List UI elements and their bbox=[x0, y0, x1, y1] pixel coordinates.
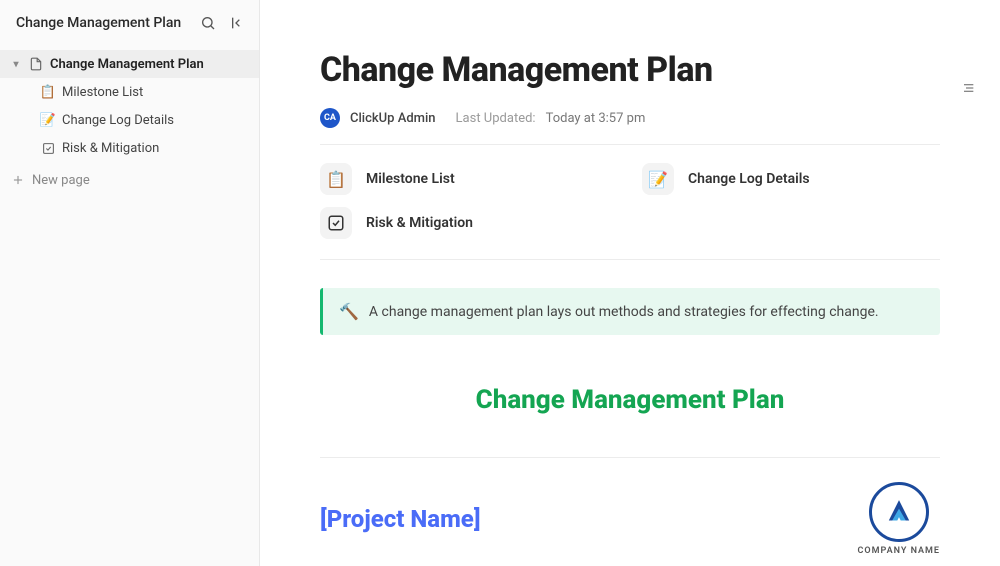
company-logo: COMPANY NAME bbox=[858, 482, 940, 556]
company-name-label: COMPANY NAME bbox=[858, 546, 940, 556]
new-page-label: New page bbox=[32, 173, 90, 188]
main-content: Change Management Plan CA ClickUp Admin … bbox=[260, 0, 1000, 566]
collapse-sidebar-icon[interactable] bbox=[229, 14, 247, 32]
tree-item-risk[interactable]: Risk & Mitigation bbox=[0, 134, 259, 162]
main-inner: Change Management Plan CA ClickUp Admin … bbox=[320, 50, 940, 566]
sidebar-header-icons bbox=[199, 14, 247, 32]
logo-mark bbox=[869, 482, 929, 542]
plus-icon bbox=[10, 172, 26, 188]
tree-item-label: Change Management Plan bbox=[50, 57, 204, 72]
tree-item-label: Milestone List bbox=[62, 85, 143, 100]
search-icon[interactable] bbox=[199, 14, 217, 32]
tree-item-root[interactable]: ▾ Change Management Plan bbox=[0, 50, 259, 78]
toc-toggle-icon[interactable] bbox=[958, 78, 978, 98]
link-label: Change Log Details bbox=[688, 171, 810, 187]
page-meta: CA ClickUp Admin Last Updated: Today at … bbox=[320, 108, 940, 145]
sidebar-tree: ▾ Change Management Plan 📋 Milestone Lis… bbox=[0, 46, 259, 198]
chevron-down-icon: ▾ bbox=[10, 59, 22, 70]
clipboard-icon: 📋 bbox=[320, 163, 352, 195]
callout-box: 🔨 A change management plan lays out meth… bbox=[320, 288, 940, 335]
document-heading: Change Management Plan bbox=[320, 385, 940, 415]
page-title: Change Management Plan bbox=[320, 50, 940, 90]
tree-item-milestone[interactable]: 📋 Milestone List bbox=[0, 78, 259, 106]
updated-label: Last Updated: bbox=[456, 111, 536, 126]
tree-item-label: Change Log Details bbox=[62, 113, 174, 128]
avatar[interactable]: CA bbox=[320, 108, 340, 128]
project-row: [Project Name] COMPANY NAME bbox=[320, 458, 940, 566]
author-name[interactable]: ClickUp Admin bbox=[350, 111, 436, 126]
clipboard-icon: 📋 bbox=[40, 84, 56, 100]
updated-value: Today at 3:57 pm bbox=[546, 111, 646, 126]
hammer-icon: 🔨 bbox=[339, 302, 359, 321]
tree-item-label: Risk & Mitigation bbox=[62, 141, 159, 156]
link-label: Risk & Mitigation bbox=[366, 215, 473, 231]
memo-icon: 📝 bbox=[40, 112, 56, 128]
link-milestone-list[interactable]: 📋 Milestone List bbox=[320, 163, 618, 195]
new-page-button[interactable]: New page bbox=[0, 166, 259, 194]
checkbox-icon bbox=[320, 207, 352, 239]
link-label: Milestone List bbox=[366, 171, 455, 187]
link-change-log-details[interactable]: 📝 Change Log Details bbox=[642, 163, 940, 195]
subpage-links: 📋 Milestone List 📝 Change Log Details Ri… bbox=[320, 145, 940, 260]
sidebar: Change Management Plan ▾ Change Manageme… bbox=[0, 0, 260, 566]
tree-item-changelog[interactable]: 📝 Change Log Details bbox=[0, 106, 259, 134]
checkbox-icon bbox=[40, 140, 56, 156]
sidebar-header: Change Management Plan bbox=[0, 0, 259, 46]
project-name-placeholder[interactable]: [Project Name] bbox=[320, 505, 481, 533]
document-icon bbox=[28, 56, 44, 72]
link-risk-mitigation[interactable]: Risk & Mitigation bbox=[320, 207, 618, 239]
memo-icon: 📝 bbox=[642, 163, 674, 195]
callout-text: A change management plan lays out method… bbox=[369, 304, 879, 320]
sidebar-title: Change Management Plan bbox=[16, 15, 181, 31]
